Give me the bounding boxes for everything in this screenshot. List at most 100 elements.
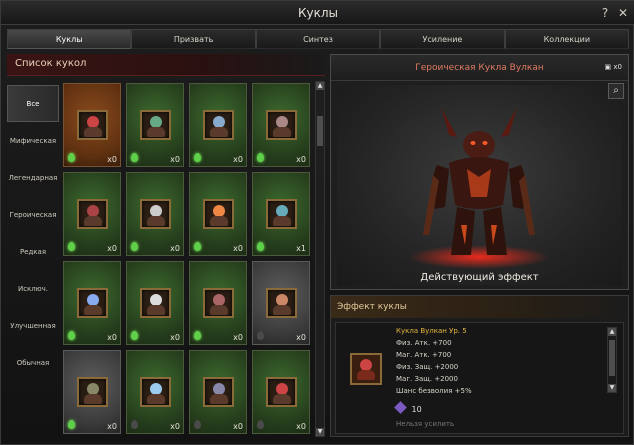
doll-count: x0 <box>107 244 117 253</box>
portrait-body <box>273 216 291 226</box>
doll-portrait <box>140 377 171 407</box>
effect-level-value: 10 <box>411 405 422 414</box>
scroll-up-icon[interactable]: ▲ <box>608 328 616 336</box>
doll-card[interactable]: x0 <box>63 83 121 167</box>
effect-stat: Физ. Защ. +2000 <box>396 363 459 371</box>
soul-gem-icon <box>131 242 138 251</box>
effect-stat: Физ. Атк. +700 <box>396 339 452 347</box>
doll-count: x0 <box>170 333 180 342</box>
bag-icon: ▣ <box>604 63 612 71</box>
doll-card[interactable]: x0 <box>189 350 247 434</box>
portrait-body <box>84 216 102 226</box>
effect-doll-portrait <box>350 353 382 385</box>
doll-card[interactable]: x0 <box>63 261 121 345</box>
help-icon[interactable]: ? <box>597 4 613 22</box>
doll-card[interactable]: x0 <box>63 350 121 434</box>
doll-card[interactable]: x0 <box>126 261 184 345</box>
category-heroic[interactable]: Героическая <box>7 196 59 233</box>
tab-dolls[interactable]: Куклы <box>7 29 132 49</box>
doll-list-scrollbar[interactable]: ▲ ▼ <box>315 81 325 437</box>
doll-card[interactable]: x0 <box>189 83 247 167</box>
scroll-down-icon[interactable]: ▼ <box>316 428 324 436</box>
doll-count: x0 <box>170 155 180 164</box>
effect-stat: Шанс безволия +5% <box>396 387 472 395</box>
doll-card[interactable]: x1 <box>252 172 310 256</box>
doll-portrait <box>77 199 108 229</box>
doll-portrait <box>203 199 234 229</box>
soul-gem-icon <box>131 420 138 429</box>
doll-card[interactable]: x0 <box>126 83 184 167</box>
soul-gem-icon <box>194 331 201 340</box>
doll-portrait <box>140 199 171 229</box>
tab-enhance[interactable]: Усиление <box>380 29 505 49</box>
doll-count: x0 <box>107 155 117 164</box>
doll-portrait <box>266 199 297 229</box>
category-exclusive[interactable]: Исключ. <box>7 270 59 307</box>
doll-count: x0 <box>233 155 243 164</box>
doll-count: x0 <box>296 333 306 342</box>
doll-portrait <box>203 377 234 407</box>
doll-card[interactable]: x0 <box>252 350 310 434</box>
title-bar: Куклы ? ✕ <box>1 1 634 25</box>
doll-card[interactable]: x0 <box>189 261 247 345</box>
magnifier-icon: ⌕ <box>613 85 619 96</box>
doll-count: x1 <box>296 244 306 253</box>
doll-portrait <box>140 288 171 318</box>
doll-portrait <box>77 377 108 407</box>
doll-effect-header: Эффект куклы <box>331 296 628 318</box>
doll-list-header: Список кукол <box>7 54 325 76</box>
portrait-body <box>273 305 291 315</box>
category-filter: Все Мифическая Легендарная Героическая Р… <box>7 85 59 381</box>
portrait-body <box>210 127 228 137</box>
soul-gem-icon <box>257 153 264 162</box>
doll-card[interactable]: x0 <box>252 83 310 167</box>
portrait-body <box>84 394 102 404</box>
doll-portrait <box>140 110 171 140</box>
category-improved[interactable]: Улучшенная <box>7 307 59 344</box>
tab-synthesis[interactable]: Синтез <box>255 29 381 49</box>
portrait-body <box>210 216 228 226</box>
portrait-body <box>210 394 228 404</box>
doll-portrait <box>77 288 108 318</box>
scroll-thumb[interactable] <box>317 116 323 146</box>
doll-card[interactable]: x0 <box>63 172 121 256</box>
scroll-down-icon[interactable]: ▼ <box>608 384 616 392</box>
doll-count: x0 <box>107 422 117 431</box>
category-legendary[interactable]: Легендарная <box>7 159 59 196</box>
doll-card[interactable]: x0 <box>252 261 310 345</box>
portrait-body <box>84 127 102 137</box>
effect-level: 10 <box>394 401 422 414</box>
category-all[interactable]: Все <box>7 85 59 122</box>
portrait-body <box>357 370 375 380</box>
soul-gem-icon <box>257 242 264 251</box>
dolls-window: Куклы ? ✕ Куклы Призвать Синтез Усиление… <box>0 0 634 445</box>
doll-count: x0 <box>170 244 180 253</box>
effect-enhance-note: Нельзя усилить <box>396 420 455 428</box>
doll-portrait <box>266 288 297 318</box>
close-icon[interactable]: ✕ <box>615 4 631 22</box>
doll-3d-stage: Действующий эффект <box>337 85 622 285</box>
doll-card[interactable]: x0 <box>126 172 184 256</box>
portrait-body <box>147 127 165 137</box>
portrait-body <box>147 216 165 226</box>
doll-card[interactable]: x0 <box>189 172 247 256</box>
effect-scrollbar[interactable]: ▲ ▼ <box>607 327 617 393</box>
category-mythic[interactable]: Мифическая <box>7 122 59 159</box>
scroll-up-icon[interactable]: ▲ <box>316 82 324 90</box>
doll-portrait <box>77 110 108 140</box>
portrait-body <box>147 394 165 404</box>
scroll-thumb[interactable] <box>609 340 615 376</box>
portrait-body <box>147 305 165 315</box>
doll-card[interactable]: x0 <box>126 350 184 434</box>
doll-effect-box: Кукла Вулкан Ур. 5 Физ. Атк. +700 Маг. А… <box>335 322 624 434</box>
active-effect-label: Действующий эффект <box>420 272 539 283</box>
doll-count: x0 <box>170 422 180 431</box>
zoom-button[interactable]: ⌕ <box>608 83 624 99</box>
tab-collections[interactable]: Коллекции <box>504 29 630 49</box>
doll-portrait <box>203 288 234 318</box>
doll-preview-panel: Героическая Кукла Вулкан ▣ x0 Действующи… <box>330 54 629 290</box>
soul-gem-icon <box>68 153 75 162</box>
category-common[interactable]: Обычная <box>7 344 59 381</box>
category-rare[interactable]: Редкая <box>7 233 59 270</box>
tab-summon[interactable]: Призвать <box>131 29 256 49</box>
